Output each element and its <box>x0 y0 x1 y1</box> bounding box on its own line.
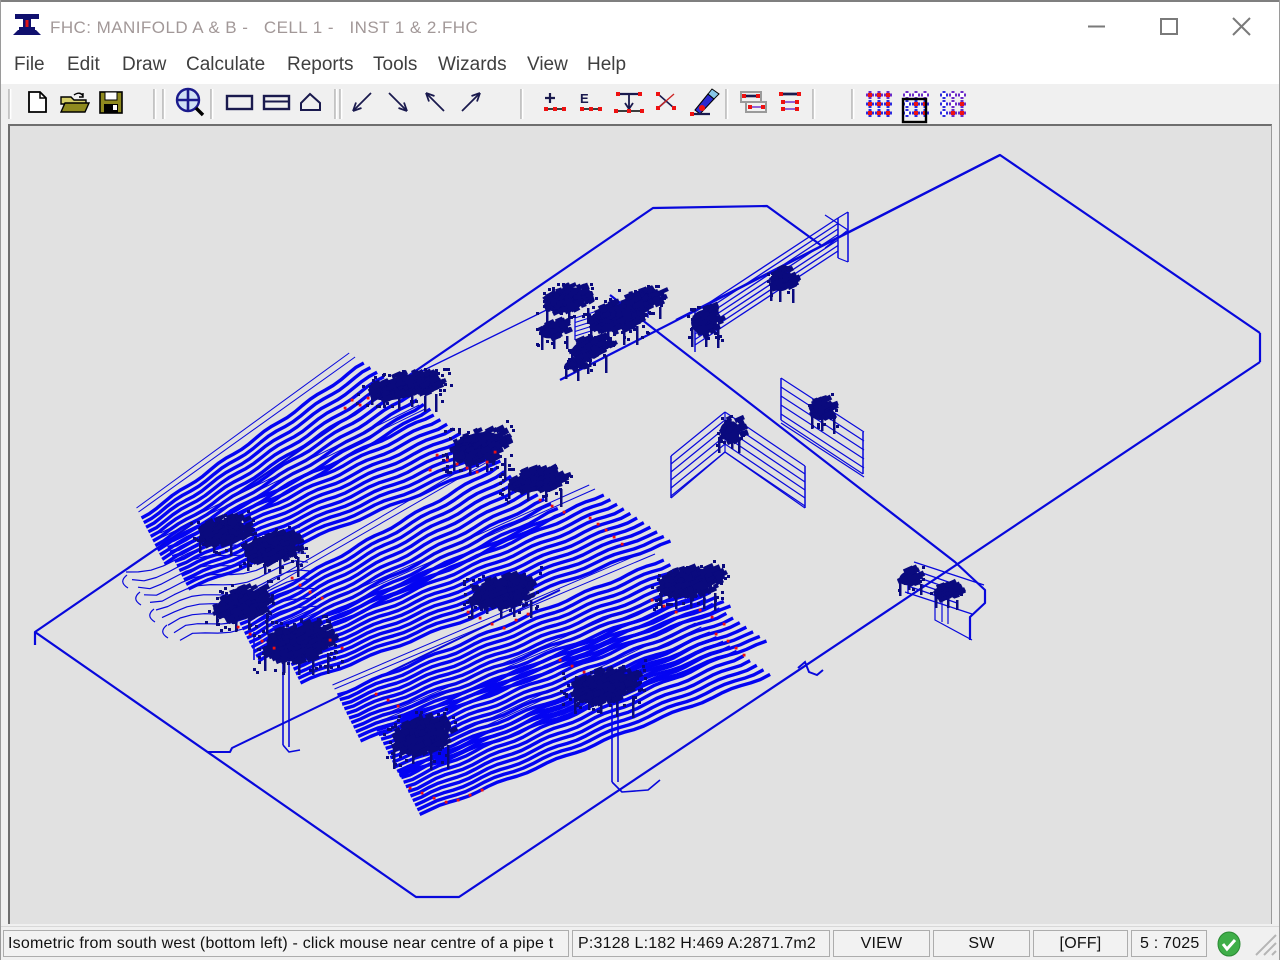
svg-text:E: E <box>580 91 589 106</box>
